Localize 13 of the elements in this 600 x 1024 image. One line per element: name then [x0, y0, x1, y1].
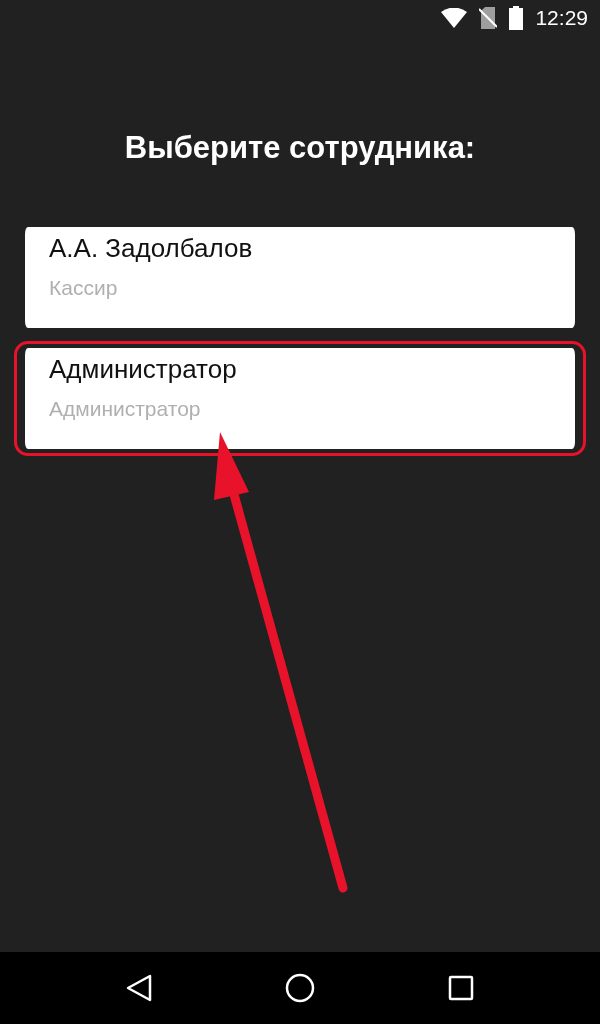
employee-name: А.А. Задолбалов [49, 233, 254, 264]
status-time: 12:29 [535, 6, 588, 30]
back-icon[interactable] [126, 974, 153, 1002]
employee-role: Администратор [49, 397, 202, 421]
home-icon[interactable] [285, 973, 315, 1003]
employee-role: Кассир [49, 276, 119, 300]
battery-icon [509, 6, 524, 30]
employee-card[interactable]: Администратор Администратор [14, 341, 586, 456]
no-sim-icon [479, 7, 498, 29]
employee-name: Администратор [49, 354, 238, 385]
wifi-icon [441, 8, 468, 28]
screen-title: Выберите сотрудника: [123, 130, 477, 166]
recents-icon[interactable] [447, 975, 474, 1001]
